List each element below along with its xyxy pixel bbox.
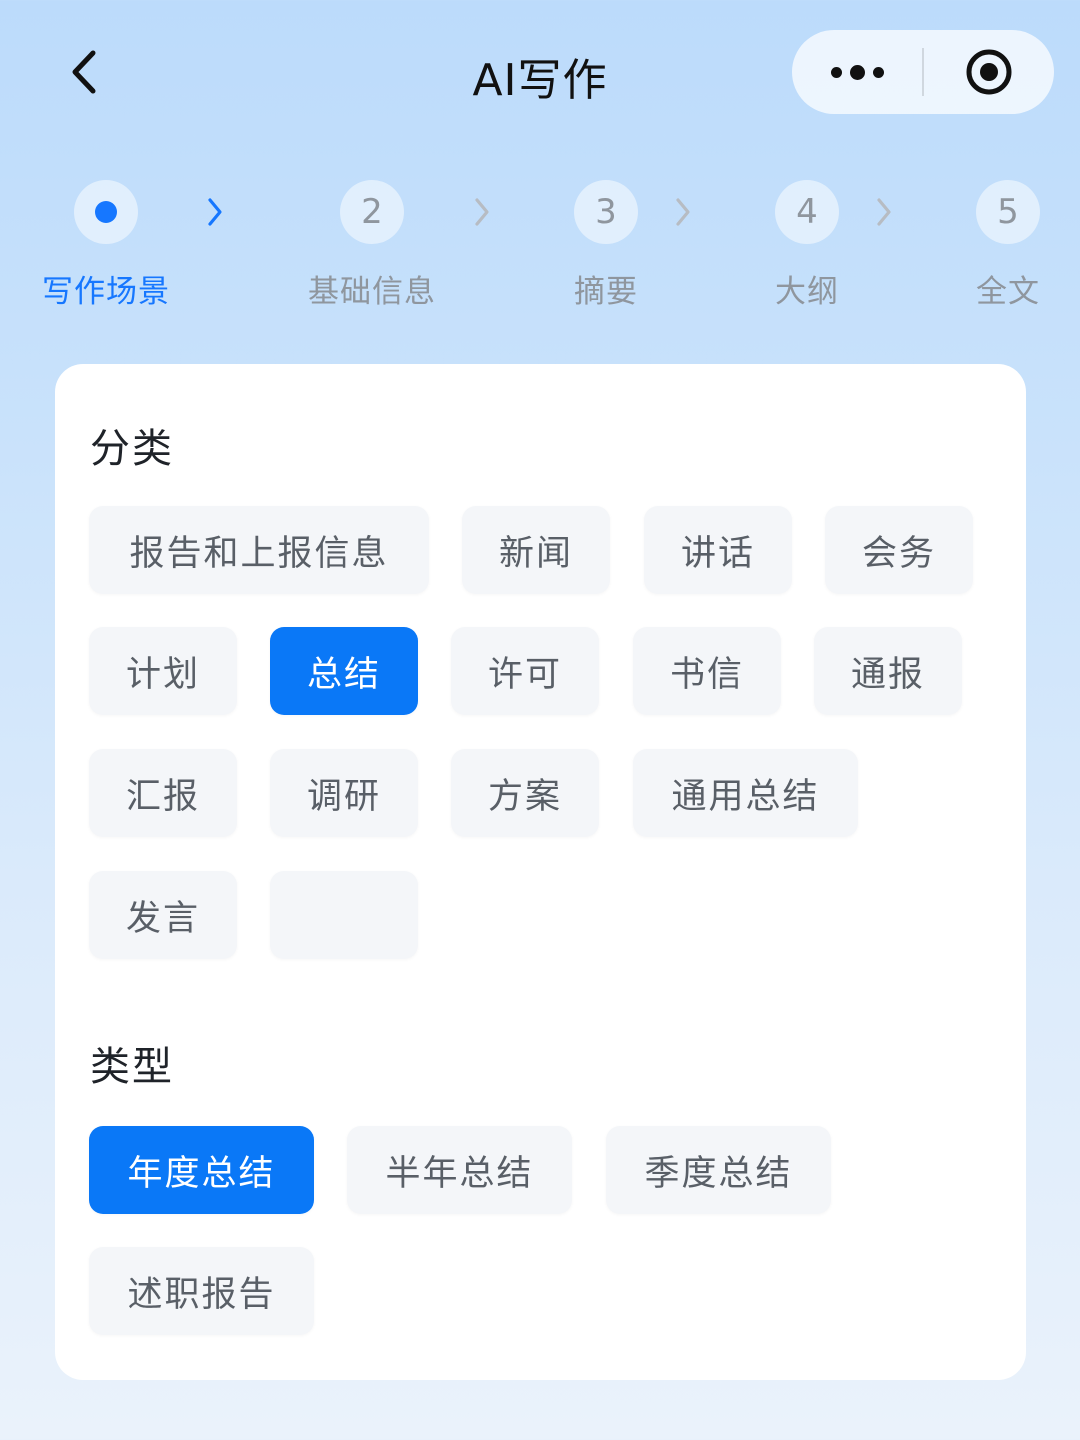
current-step-dot-icon: [95, 201, 117, 223]
step-1[interactable]: 写作场景: [6, 180, 206, 311]
step-label: 大纲: [775, 274, 839, 310]
category-chip[interactable]: 讲话: [644, 506, 792, 594]
type-chip[interactable]: 年度总结: [89, 1126, 314, 1214]
category-chip[interactable]: 通用总结: [633, 749, 858, 837]
step-number: 2: [340, 180, 404, 244]
type-title: 类型: [90, 1044, 174, 1090]
step-label: 写作场景: [42, 274, 170, 310]
category-chip[interactable]: 新闻: [462, 506, 610, 594]
category-title: 分类: [90, 426, 174, 472]
mini-program-capsule: [792, 30, 1054, 114]
target-circle-icon: [966, 49, 1012, 95]
category-chip[interactable]: 报告和上报信息: [89, 506, 429, 594]
category-chip[interactable]: 方案: [451, 749, 599, 837]
chevron-right-icon: [208, 198, 222, 226]
category-chip[interactable]: 通报: [814, 627, 962, 715]
category-chip[interactable]: 许可: [451, 627, 599, 715]
step-label: 基础信息: [308, 274, 436, 310]
category-chip[interactable]: 调研: [270, 749, 418, 837]
category-chip[interactable]: 总结: [270, 627, 418, 715]
category-chip[interactable]: 发言: [89, 871, 237, 959]
type-chip[interactable]: 半年总结: [347, 1126, 572, 1214]
step-label: 摘要: [574, 274, 638, 310]
category-chip[interactable]: 会务: [825, 506, 973, 594]
category-chip[interactable]: 汇报: [89, 749, 237, 837]
type-chip[interactable]: 述职报告: [89, 1247, 314, 1335]
step-2[interactable]: 2 基础信息: [272, 180, 472, 311]
step-label: 全文: [976, 274, 1040, 310]
chevron-right-icon: [877, 198, 891, 226]
step-5[interactable]: 5 全文: [908, 180, 1080, 311]
chevron-right-icon: [475, 198, 489, 226]
close-button[interactable]: [924, 30, 1054, 114]
category-chip[interactable]: 书信: [633, 627, 781, 715]
type-chip[interactable]: 季度总结: [606, 1126, 831, 1214]
scene-card: 分类 报告和上报信息 新闻 讲话 会务计划 总结 许可 书信 通报汇报 调研 方案 通用总结发言 类…: [55, 364, 1026, 1380]
step-number: 3: [574, 180, 638, 244]
chevron-right-icon: [676, 198, 690, 226]
more-dots-icon: [827, 64, 888, 80]
more-button[interactable]: [792, 30, 922, 114]
step-number: 5: [976, 180, 1040, 244]
step-number: [74, 180, 138, 244]
category-chip[interactable]: [270, 871, 418, 959]
category-chip[interactable]: 计划: [89, 627, 237, 715]
step-number: 4: [775, 180, 839, 244]
